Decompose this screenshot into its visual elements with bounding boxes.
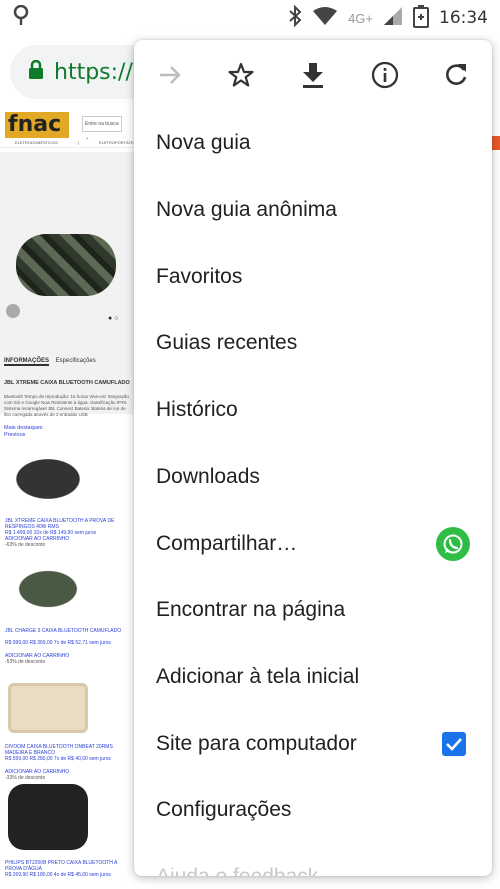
product-link[interactable]: JBL CHARGE 3 CAIXA BLUETOOTH CAMUFLADO (5, 628, 125, 634)
menu-item-help-feedback[interactable]: Ajuda e feedback (134, 844, 492, 876)
product-price: R$ 999,00 R$ 369,00 7x de R$ 52,71 sem j… (5, 640, 111, 646)
menu-item-recent-tabs[interactable]: Guias recentes (134, 310, 492, 377)
product-thumbnail[interactable] (8, 683, 88, 733)
desktop-site-checkbox[interactable] (442, 732, 466, 757)
product-title: JBL XTREME CAIXA BLUETOOTH CAMUFLADO (4, 380, 130, 386)
whatsapp-icon[interactable] (436, 527, 470, 562)
product-link[interactable]: DIVOOM CAIXA BLUETOOTH ONBEAT 20RMS MADE… (5, 744, 125, 756)
menu-item-label: Configurações (156, 798, 292, 822)
forward-icon[interactable] (134, 40, 206, 110)
product-tabs: INFORMAÇÕES Especificações (4, 358, 96, 366)
status-bar: 4G+ 16:34 (0, 0, 500, 36)
menu-item-label: Favoritos (156, 264, 243, 288)
location-icon (12, 4, 30, 32)
menu-item-settings[interactable]: Configurações (134, 777, 492, 844)
menu-item-bookmarks[interactable]: Favoritos (134, 243, 492, 310)
discount-label: -33% de desconto (5, 775, 46, 781)
menu-item-label: Downloads (156, 464, 260, 488)
product-link[interactable]: PHILIPS BT2200B PRETO CAIXA BLUETOOTH A … (5, 860, 125, 872)
menu-item-label: Encontrar na página (156, 598, 346, 622)
nav-item[interactable]: ELETRODOMÉSTICOS (15, 138, 58, 148)
menu-item-label: Nova guia anônima (156, 198, 337, 222)
menu-item-new-incognito-tab[interactable]: Nova guia anônima (134, 177, 492, 244)
menu-item-label: Nova guia (156, 131, 251, 155)
nav-item[interactable]: ELETROPORTÁTEIS (99, 138, 138, 148)
fnac-logo[interactable]: fnac (5, 112, 69, 138)
menu-item-label: Histórico (156, 398, 238, 422)
bookmark-star-icon[interactable] (206, 40, 278, 110)
download-icon[interactable] (277, 40, 349, 110)
refresh-icon[interactable] (420, 40, 492, 110)
menu-item-label: Guias recentes (156, 331, 298, 355)
wifi-icon (312, 6, 338, 31)
carousel-dots: ● ○ (108, 315, 119, 322)
menu-item-history[interactable]: Histórico (134, 377, 492, 444)
tab-info[interactable]: INFORMAÇÕES (4, 358, 49, 366)
product-hero-image (0, 152, 138, 414)
more-highlights-link[interactable]: Mais destaques (4, 425, 43, 431)
discount-label: -63% de desconto (5, 542, 46, 548)
product-price: R$ 269,90 R$ 180,00 4x de R$ 45,00 sem j… (5, 872, 111, 878)
product-link[interactable]: JBL XTREME CAIXA BLUETOOTH A PROVA DE RE… (5, 518, 125, 530)
network-type-label: 4G+ (348, 10, 373, 26)
speaker-image (16, 234, 116, 296)
battery-charging-icon (413, 4, 429, 33)
product-description: Bluetooth Tempo de reprodução: 15 horas … (4, 394, 129, 417)
lock-icon (28, 59, 44, 85)
signal-icon (383, 6, 403, 31)
menu-item-label: Ajuda e feedback (156, 865, 318, 876)
info-icon[interactable] (349, 40, 421, 110)
menu-item-label: Adicionar à tela inicial (156, 664, 360, 688)
menu-item-label: Site para computador (156, 731, 357, 755)
menu-item-add-to-home[interactable]: Adicionar à tela inicial (134, 644, 492, 711)
menu-item-label: Compartilhar… (156, 531, 298, 555)
product-thumbnail[interactable] (8, 564, 88, 614)
nav-separator: | (77, 140, 79, 145)
menu-item-share[interactable]: Compartilhar… (134, 510, 492, 577)
menu-item-desktop-site[interactable]: Site para computador (134, 710, 492, 777)
menu-icon-row (134, 40, 492, 110)
product-price: R$ 599,00 R$ 280,00 7x de R$ 40,00 sem j… (5, 756, 111, 762)
discount-label: -53% de desconto (5, 659, 46, 665)
browser-overflow-menu: Nova guia Nova guia anônima Favoritos Gu… (134, 40, 492, 876)
bluetooth-icon (288, 4, 302, 32)
menu-item-find-in-page[interactable]: Encontrar na página (134, 577, 492, 644)
menu-item-new-tab[interactable]: Nova guia (134, 110, 492, 177)
site-search[interactable]: Entre na busca ⌄ (82, 116, 122, 141)
previous-link[interactable]: Previous (4, 432, 25, 438)
url-text: https:// (54, 59, 133, 85)
menu-item-downloads[interactable]: Downloads (134, 444, 492, 511)
carousel-prev-icon[interactable] (6, 304, 20, 318)
tab-specs[interactable]: Especificações (56, 358, 96, 364)
product-thumbnail[interactable] (8, 454, 88, 504)
product-thumbnail[interactable] (8, 784, 88, 850)
status-time: 16:34 (439, 8, 488, 28)
